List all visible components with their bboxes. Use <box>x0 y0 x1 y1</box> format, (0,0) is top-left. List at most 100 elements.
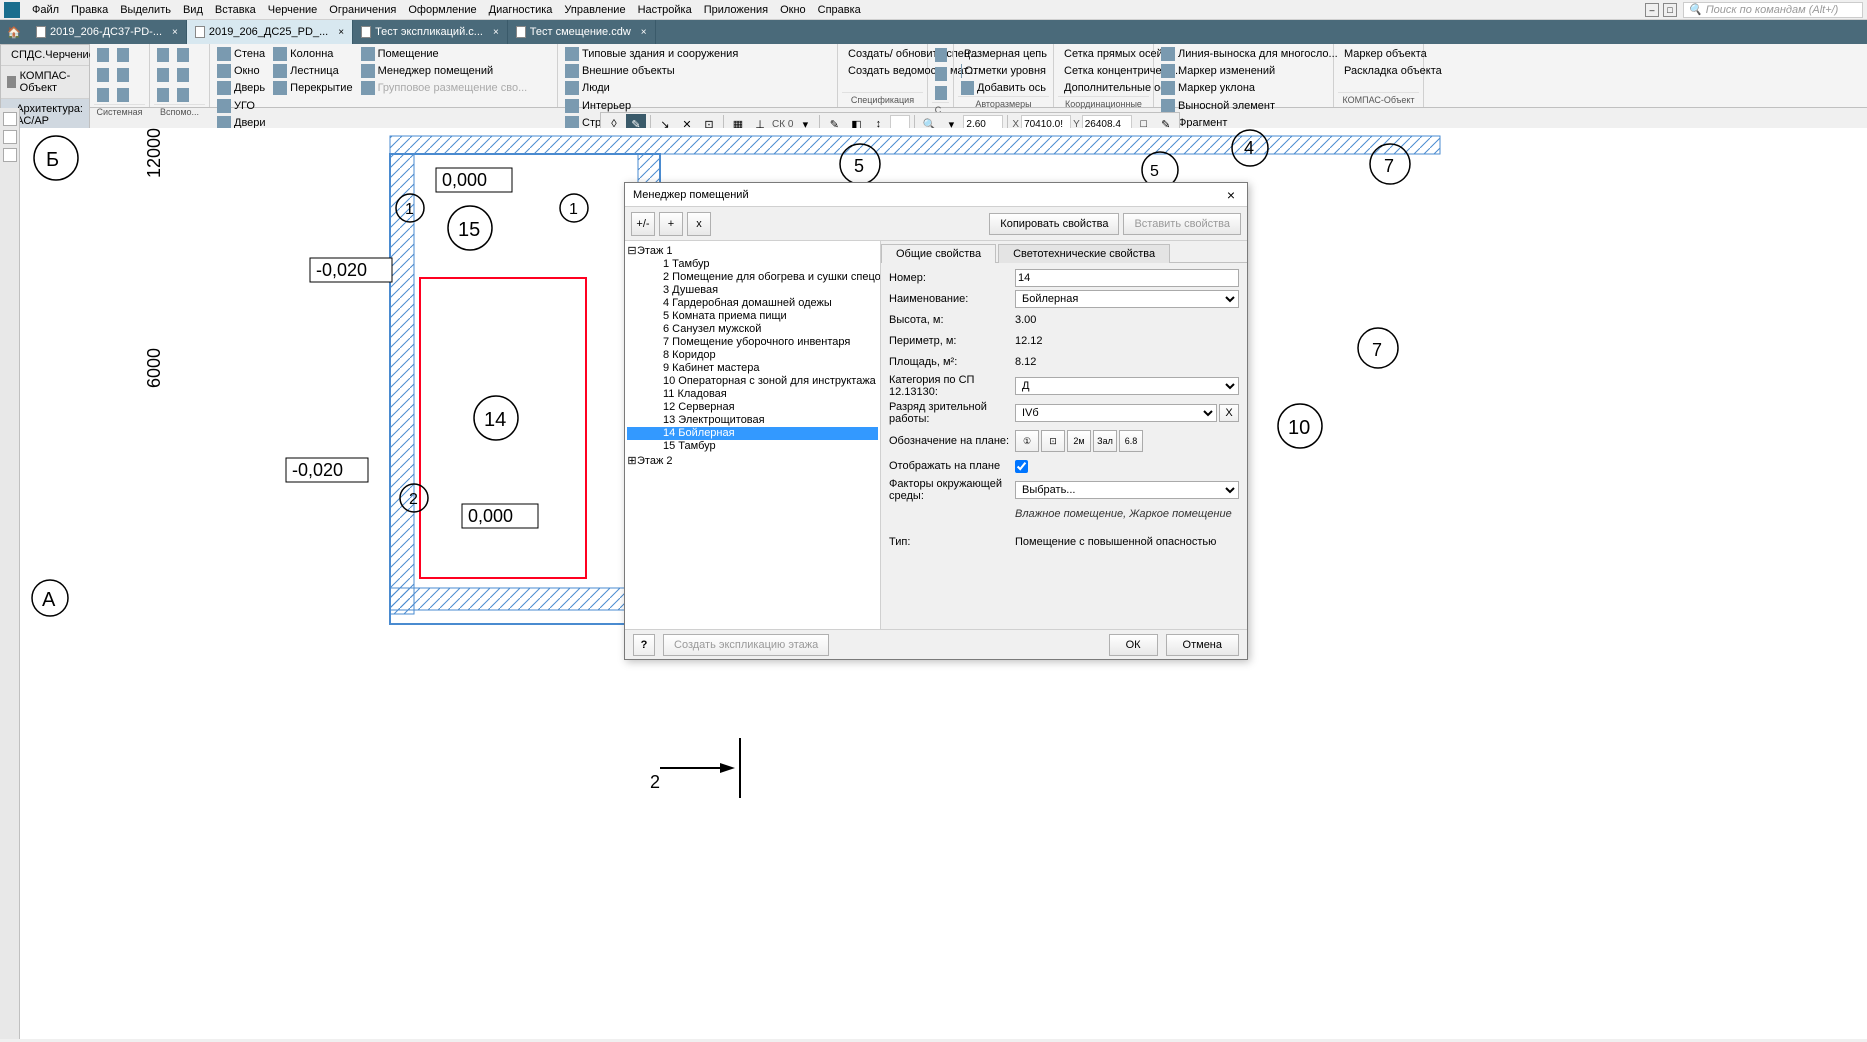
side-kompas-obj[interactable]: КОМПАС-Объект <box>1 66 89 99</box>
rb-add-axes[interactable]: Дополнительные ос... <box>1058 80 1149 96</box>
rb-ugo[interactable]: УГО <box>214 98 346 114</box>
doc-tab-3[interactable]: Тест смещение.cdw× <box>508 20 656 44</box>
collapse-icon[interactable]: ⊟ <box>627 244 637 257</box>
clear-button[interactable]: X <box>1219 404 1239 422</box>
rb-create-ved[interactable]: Создать ведомость мат... <box>842 63 923 79</box>
rb-c[interactable] <box>154 66 172 84</box>
tree-item[interactable]: 8 Коридор <box>627 349 878 362</box>
rb-dim-chain[interactable]: Размерная цепь <box>958 46 1049 62</box>
rb-group-place[interactable]: Групповое размещение сво... <box>358 80 531 96</box>
rb-a[interactable] <box>154 46 172 64</box>
rb-slope-marker[interactable]: Маркер уклона <box>1158 80 1341 96</box>
menu-draw[interactable]: Черчение <box>262 2 324 18</box>
tree-item[interactable]: 6 Санузел мужской <box>627 323 878 336</box>
plan-style-1[interactable]: ① <box>1015 430 1039 452</box>
menu-manage[interactable]: Управление <box>558 2 631 18</box>
cancel-button[interactable]: Отмена <box>1166 634 1239 656</box>
plan-style-5[interactable]: 6.8 <box>1119 430 1143 452</box>
paste-props-button[interactable]: Вставить свойства <box>1123 213 1241 235</box>
menu-insert[interactable]: Вставка <box>209 2 262 18</box>
tree-item[interactable]: 12 Серверная <box>627 401 878 414</box>
doc-tab-2[interactable]: Тест экспликаций.c...× <box>353 20 508 44</box>
expand-icon[interactable]: ⊞ <box>627 454 637 467</box>
tree-item[interactable]: 7 Помещение уборочного инвентаря <box>627 336 878 349</box>
tool-b[interactable] <box>3 130 17 144</box>
rb-column[interactable]: Колонна <box>270 46 355 62</box>
help-button[interactable]: ? <box>633 634 655 656</box>
rb-redo[interactable] <box>114 86 132 104</box>
tree-item[interactable]: 9 Кабинет мастера <box>627 362 878 375</box>
tool-a[interactable] <box>3 112 17 126</box>
rb-grid-straight[interactable]: Сетка прямых осей <box>1058 46 1149 62</box>
rb-stairs[interactable]: Лестница <box>270 63 355 79</box>
doc-tab-1[interactable]: 2019_206_ДС25_PD_...× <box>187 20 353 44</box>
maximize-icon[interactable]: □ <box>1663 3 1677 17</box>
rb-open[interactable] <box>114 46 132 64</box>
tree-item[interactable]: 2 Помещение для обогрева и сушки спецоде… <box>627 271 878 284</box>
menu-constraints[interactable]: Ограничения <box>323 2 402 18</box>
plan-style-3[interactable]: 2м <box>1067 430 1091 452</box>
copy-props-button[interactable]: Копировать свойства <box>989 213 1119 235</box>
side-spds[interactable]: СПДС.Черчение <box>1 45 89 66</box>
env-field[interactable]: Выбрать... <box>1015 481 1239 499</box>
rb-room[interactable]: Помещение <box>358 46 531 62</box>
tree-panel[interactable]: ⊟Этаж 1 1 Тамбур2 Помещение для обогрева… <box>625 241 881 629</box>
rb-room-manager[interactable]: Менеджер помещений <box>358 63 531 79</box>
command-search-input[interactable]: 🔍 Поиск по командам (Alt+/) <box>1683 2 1863 18</box>
show-on-plan-checkbox[interactable] <box>1015 460 1028 473</box>
menu-settings[interactable]: Настройка <box>632 2 698 18</box>
minimize-icon[interactable]: – <box>1645 3 1659 17</box>
menu-apps[interactable]: Приложения <box>698 2 774 18</box>
tree-item[interactable]: 5 Комната приема пищи <box>627 310 878 323</box>
rb-change-marker[interactable]: Маркер изменений <box>1158 63 1341 79</box>
rb-obj-layout[interactable]: Раскладка объекта <box>1338 63 1419 79</box>
plan-style-4[interactable]: Зал <box>1093 430 1117 452</box>
close-icon[interactable]: × <box>1223 187 1239 203</box>
rb-obj-marker[interactable]: Маркер объекта <box>1338 46 1419 62</box>
rb-level-marks[interactable]: Отметки уровня <box>958 63 1049 79</box>
tree-item[interactable]: 13 Электрощитовая <box>627 414 878 427</box>
rb-d[interactable] <box>174 66 192 84</box>
tree-item[interactable]: 3 Душевая <box>627 284 878 297</box>
rb-slab[interactable]: Перекрытие <box>270 80 355 96</box>
rb-print[interactable] <box>114 66 132 84</box>
plan-style-2[interactable]: ⊡ <box>1041 430 1065 452</box>
ok-button[interactable]: ОК <box>1109 634 1158 656</box>
rb-settings[interactable] <box>932 84 950 102</box>
menu-view[interactable]: Вид <box>177 2 209 18</box>
rb-sa[interactable] <box>932 46 950 64</box>
tree-item[interactable]: 10 Операторная с зоной для инструктажа <box>627 375 878 388</box>
menu-help[interactable]: Справка <box>812 2 867 18</box>
rb-save[interactable] <box>94 66 112 84</box>
btn-plusminus[interactable]: +/- <box>631 212 655 236</box>
rb-add-axis[interactable]: Добавить ось <box>958 80 1049 96</box>
rb-door[interactable]: Дверь <box>214 80 268 96</box>
rb-new[interactable] <box>94 46 112 64</box>
close-icon[interactable]: × <box>493 27 499 38</box>
menu-edit[interactable]: Правка <box>65 2 114 18</box>
close-icon[interactable]: × <box>172 27 178 38</box>
tree-item[interactable]: 11 Кладовая <box>627 388 878 401</box>
menu-diagnostics[interactable]: Диагностика <box>483 2 559 18</box>
menu-format[interactable]: Оформление <box>402 2 482 18</box>
tool-c[interactable] <box>3 148 17 162</box>
rb-grid-conc[interactable]: Сетка концентрическ... <box>1058 63 1149 79</box>
tree-item[interactable]: 15 Тамбур <box>627 440 878 453</box>
btn-delete[interactable]: x <box>687 212 711 236</box>
dialog-title-bar[interactable]: Менеджер помещений × <box>625 183 1247 207</box>
razr-field[interactable]: IVб <box>1015 404 1217 422</box>
tab-general[interactable]: Общие свойства <box>881 244 996 263</box>
tree-item[interactable]: 1 Тамбур <box>627 258 878 271</box>
rb-sb[interactable] <box>932 65 950 83</box>
menu-select[interactable]: Выделить <box>114 2 177 18</box>
rb-b[interactable] <box>174 46 192 64</box>
number-field[interactable] <box>1015 269 1239 287</box>
close-icon[interactable]: × <box>338 27 344 38</box>
rb-leader[interactable]: Линия-выноска для многосло... <box>1158 46 1341 62</box>
create-explication-button[interactable]: Создать экспликацию этажа <box>663 634 829 656</box>
tree-item[interactable]: 4 Гардеробная домашней одежы <box>627 297 878 310</box>
tab-lighting[interactable]: Светотехнические свойства <box>998 244 1170 263</box>
doc-tab-0[interactable]: 2019_206-ДС37-PD-...× <box>28 20 187 44</box>
rb-f[interactable] <box>174 86 192 104</box>
rb-create-spec[interactable]: Создать/ обновить спец... <box>842 46 923 62</box>
